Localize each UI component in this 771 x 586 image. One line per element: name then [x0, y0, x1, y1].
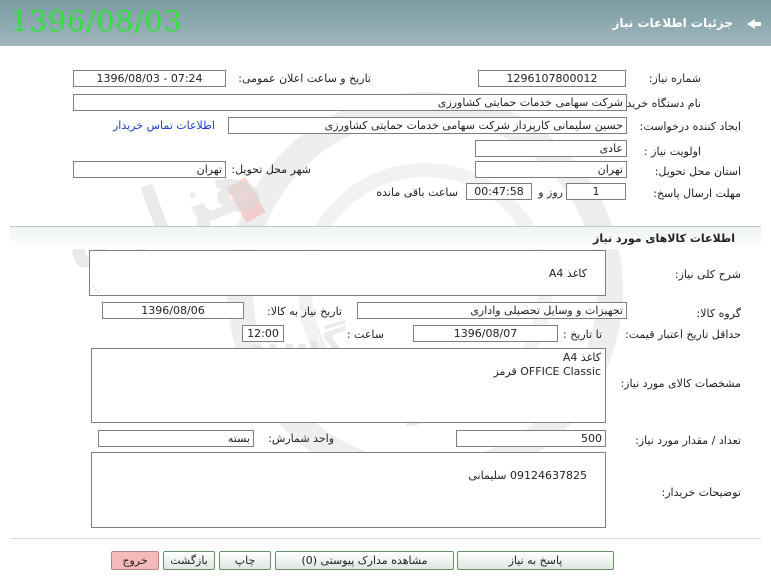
province-field[interactable]: تهران	[475, 161, 627, 178]
notes-field[interactable]: 09124637825 سلیمانی	[91, 452, 606, 528]
desc-label: شرح کلی نیاز:	[674, 268, 741, 281]
creator-label: ایجاد کننده درخواست:	[639, 120, 741, 133]
city-label: شهر محل تحویل:	[231, 163, 311, 176]
notes-label: توضیحات خریدار:	[661, 486, 742, 499]
need-number-field[interactable]: 1296107800012	[478, 70, 626, 87]
unit-label: واحد شمارش:	[268, 432, 334, 445]
priority-field[interactable]: عادی	[475, 140, 627, 157]
arrow-icon	[747, 19, 761, 29]
specs-label: مشخصات کالای مورد نیاز:	[620, 377, 741, 390]
qty-label: تعداد / مقدار مورد نیاز:	[635, 434, 741, 447]
deadline-days-field[interactable]: 1	[566, 183, 626, 200]
need-date-field[interactable]: 1396/08/06	[102, 302, 244, 319]
resize-grip-icon: ⋰	[92, 285, 100, 294]
group-label: گروه کالا:	[696, 307, 741, 320]
contact-info-link[interactable]: اطلاعات تماس خریدار	[113, 119, 215, 132]
province-label: استان محل تحویل:	[654, 165, 741, 178]
remaining-word: ساعت باقی مانده	[376, 186, 458, 199]
need-number-label: شماره نیاز:	[648, 72, 701, 85]
qty-field[interactable]: 500	[456, 430, 606, 447]
validity-label: حداقل تاریخ اعتبار قیمت:	[625, 328, 741, 341]
back-button[interactable]: بازگشت	[163, 551, 215, 570]
attachments-button[interactable]: مشاهده مدارک پیوستی (0)	[275, 551, 454, 570]
days-word: روز و	[538, 186, 563, 199]
specs-field[interactable]: کاغذ A4 OFFICE Classic قرمز	[91, 348, 606, 423]
goods-section-title: اطلاعات کالاهای مورد نیاز	[593, 232, 735, 245]
header-bar: 1396/08/03 جزئیات اطلاعات نیاز	[0, 0, 771, 46]
time-field[interactable]: 12:00	[242, 325, 284, 342]
announce-field[interactable]: 1396/08/03 - 07:24	[73, 70, 226, 87]
header-date: 1396/08/03	[10, 4, 183, 38]
creator-field[interactable]: حسین سلیمانی کارپرداز شرکت سهامی خدمات ح…	[228, 117, 627, 134]
specs-line-1: کاغذ A4	[562, 351, 601, 364]
deadline-time-field[interactable]: 00:47:58	[466, 183, 532, 200]
desc-field[interactable]: کاغذ A4 ⋰	[89, 250, 606, 296]
footer-divider	[10, 538, 761, 539]
desc-text: کاغذ A4	[548, 267, 587, 280]
announce-label: تاریخ و ساعت اعلان عمومی:	[238, 72, 371, 85]
exit-button[interactable]: خروج	[111, 551, 159, 570]
group-field[interactable]: تجهیزات و وسایل تحصیلی واداری	[357, 302, 627, 319]
time-label: ساعت :	[346, 328, 384, 341]
until-date-field[interactable]: 1396/08/07	[413, 325, 558, 342]
deadline-label: مهلت ارسال پاسخ:	[653, 187, 741, 200]
specs-line-2: OFFICE Classic قرمز	[493, 365, 601, 378]
until-date-label: تا تاریخ :	[563, 328, 602, 341]
priority-label: اولویت نیاز :	[643, 145, 701, 158]
buyer-field[interactable]: شرکت سهامی خدمات حمایتی کشاورزی	[73, 94, 627, 111]
goods-section-header: اطلاعات کالاهای مورد نیاز	[10, 226, 761, 249]
need-date-label: تاریخ نیاز به کالا:	[267, 305, 342, 318]
page: 1396/08/03 جزئیات اطلاعات نیاز هزاره گست…	[0, 0, 771, 586]
print-button[interactable]: چاپ	[219, 551, 271, 570]
reply-button[interactable]: پاسخ به نیاز	[457, 551, 614, 570]
city-field[interactable]: تهران	[73, 161, 226, 178]
buyer-label: نام دستگاه خریدار:	[614, 97, 701, 110]
unit-field[interactable]: بسته	[98, 430, 254, 447]
page-title: جزئیات اطلاعات نیاز	[612, 16, 733, 30]
notes-text: 09124637825 سلیمانی	[468, 469, 587, 482]
